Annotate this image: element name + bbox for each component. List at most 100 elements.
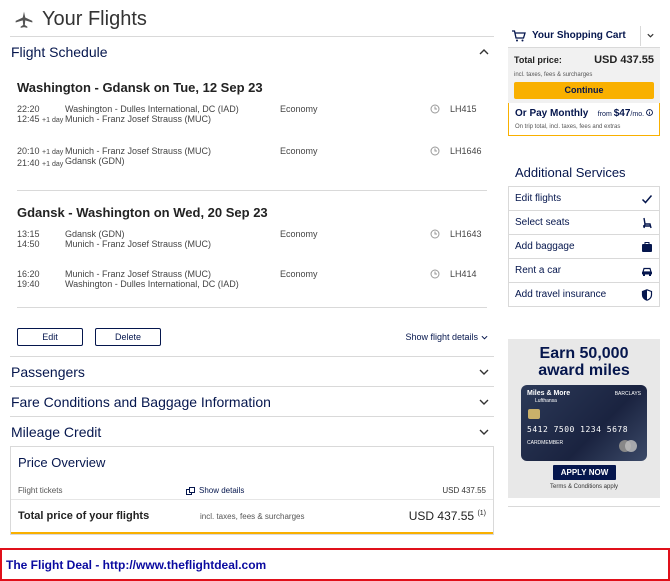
shopping-cart-title: Your Shopping Cart — [532, 30, 626, 41]
service-label: Add baggage — [515, 241, 575, 252]
pay-monthly-box[interactable]: Or Pay Monthly from $47/mo. On trip tota… — [508, 103, 660, 136]
total-price-amount: USD 437.55 — [408, 509, 475, 523]
outbound-flight: Washington - Gdansk on Tue, 12 Sep 23 22… — [10, 66, 494, 170]
arrival-time: 14:50 — [17, 239, 40, 249]
flight-schedule-title: Flight Schedule — [11, 43, 108, 60]
footer-banner: The Flight Deal - http://www.theflightde… — [0, 548, 670, 581]
fare-conditions-header[interactable]: Fare Conditions and Baggage Information — [10, 386, 494, 416]
service-rent-a-car[interactable]: Rent a car — [509, 259, 659, 283]
chevron-down-icon — [647, 33, 654, 38]
service-select-seats[interactable]: Select seats — [509, 211, 659, 235]
ad-headline-2: award miles — [538, 362, 630, 379]
info-icon[interactable] — [646, 109, 653, 116]
cart-toggle[interactable] — [640, 25, 660, 46]
page-header: Your Flights — [14, 8, 147, 31]
mileage-credit-header[interactable]: Mileage Credit — [10, 416, 494, 446]
sidebar: Your Shopping Cart Total price: USD 437.… — [508, 24, 660, 507]
shield-icon — [641, 288, 653, 301]
checkmark-icon — [641, 194, 653, 204]
chevron-up-icon[interactable] — [478, 46, 490, 58]
cabin-class: Economy — [280, 104, 318, 114]
service-label: Add travel insurance — [515, 289, 607, 300]
service-label: Edit flights — [515, 193, 562, 204]
price-overview: Price Overview Flight tickets Show detai… — [10, 446, 494, 535]
flight-leg: 16:20 19:40 Munich - Franz Josef Strauss… — [17, 269, 494, 289]
service-add-baggage[interactable]: Add baggage — [509, 235, 659, 259]
show-details-link[interactable]: Show details — [186, 486, 244, 495]
pay-monthly-title: Or Pay Monthly — [515, 108, 589, 119]
cabin-class: Economy — [280, 269, 318, 279]
card-number: 5412 7500 1234 5678 — [527, 425, 629, 434]
chevron-down-icon — [481, 335, 488, 340]
arrival-airport: Washington - Dulles International, DC (I… — [65, 279, 239, 289]
inbound-flight: Gdansk - Washington on Wed, 20 Sep 23 13… — [10, 191, 494, 289]
flight-number: LH1643 — [450, 229, 482, 239]
clock-icon — [430, 146, 440, 156]
cart-total-label: Total price: — [514, 55, 562, 65]
arrival-time: 12:45 — [17, 114, 40, 124]
departure-day-offset: +1 day — [42, 149, 64, 156]
divider — [508, 506, 660, 507]
departure-time: 22:20 — [17, 104, 40, 114]
seat-icon — [643, 217, 652, 228]
car-icon — [642, 267, 652, 276]
clock-icon — [430, 269, 440, 279]
monthly-period: /mo. — [630, 111, 645, 118]
flight-number: LH1646 — [450, 146, 482, 156]
chevron-down-icon[interactable] — [478, 366, 490, 378]
monthly-amount: $47 — [613, 108, 631, 119]
services-list: Edit flights Select seats Add baggage Re… — [508, 186, 660, 307]
ad-headline-1: Earn 50,000 — [539, 345, 629, 362]
inbound-route-title: Gdansk - Washington on Wed, 20 Sep 23 — [17, 205, 268, 220]
chevron-down-icon[interactable] — [478, 426, 490, 438]
edit-button[interactable]: Edit — [17, 328, 83, 346]
cart-summary: Total price: USD 437.55 incl. taxes, fee… — [508, 48, 660, 103]
flight-leg: 22:20 12:45 +1 day Washington - Dulles I… — [17, 104, 494, 126]
flight-actions: Edit Delete Show flight details — [10, 308, 494, 356]
show-details-label: Show details — [199, 486, 245, 495]
mastercard-logo-icon — [619, 440, 637, 452]
service-label: Select seats — [515, 217, 570, 228]
arrival-airport: Munich - Franz Josef Strauss (MUC) — [65, 239, 212, 249]
arrival-day-offset: +1 day — [42, 117, 64, 124]
arrival-time: 19:40 — [17, 279, 40, 289]
continue-button[interactable]: Continue — [514, 82, 654, 99]
total-price-row: Total price of your flights incl. taxes,… — [11, 500, 493, 534]
cart-incl-note: incl. taxes, fees & surcharges — [514, 72, 593, 78]
delete-button[interactable]: Delete — [95, 328, 161, 346]
apply-now-button[interactable]: APPLY NOW — [553, 465, 616, 480]
flight-leg: 13:15 14:50 Gdansk (GDN) Munich - Franz … — [17, 229, 494, 249]
clock-icon — [430, 229, 440, 239]
flight-leg: 20:10 +1 day 21:40 +1 day Munich - Franz… — [17, 146, 494, 170]
service-label: Rent a car — [515, 265, 562, 276]
ad-terms: Terms & Conditions apply — [549, 484, 619, 490]
flight-tickets-label: Flight tickets — [18, 486, 63, 495]
passengers-header[interactable]: Passengers — [10, 356, 494, 386]
departure-airport: Munich - Franz Josef Strauss (MUC) — [65, 269, 212, 279]
shopping-cart-header[interactable]: Your Shopping Cart — [508, 24, 660, 48]
show-flight-details-link[interactable]: Show flight details — [405, 332, 488, 342]
details-icon — [186, 486, 195, 495]
flight-schedule-header[interactable]: Flight Schedule — [10, 36, 494, 66]
show-flight-details-label: Show flight details — [405, 332, 478, 342]
chevron-down-icon[interactable] — [478, 396, 490, 408]
total-footnote: (1) — [477, 510, 486, 517]
additional-services-title: Additional Services — [515, 165, 626, 180]
credit-card-ad[interactable]: Earn 50,000 award miles Miles & More Luf… — [508, 339, 660, 498]
page-title: Your Flights — [42, 8, 147, 30]
airplane-icon — [15, 11, 33, 28]
service-edit-flights[interactable]: Edit flights — [509, 187, 659, 211]
arrival-day-offset: +1 day — [42, 161, 64, 168]
departure-time: 20:10 — [17, 146, 40, 156]
card-brand: Miles & More — [527, 390, 571, 397]
mileage-credit-title: Mileage Credit — [11, 423, 102, 440]
service-travel-insurance[interactable]: Add travel insurance — [509, 283, 659, 307]
passengers-title: Passengers — [11, 363, 85, 380]
clock-icon — [430, 104, 440, 114]
cabin-class: Economy — [280, 146, 318, 156]
monthly-note: On trip total, incl. taxes, fees and ext… — [515, 124, 621, 130]
price-overview-title: Price Overview — [18, 455, 106, 470]
departure-time: 16:20 — [17, 269, 40, 279]
departure-time: 13:15 — [17, 229, 40, 239]
flight-tickets-row: Flight tickets Show details USD 437.55 — [11, 482, 493, 500]
